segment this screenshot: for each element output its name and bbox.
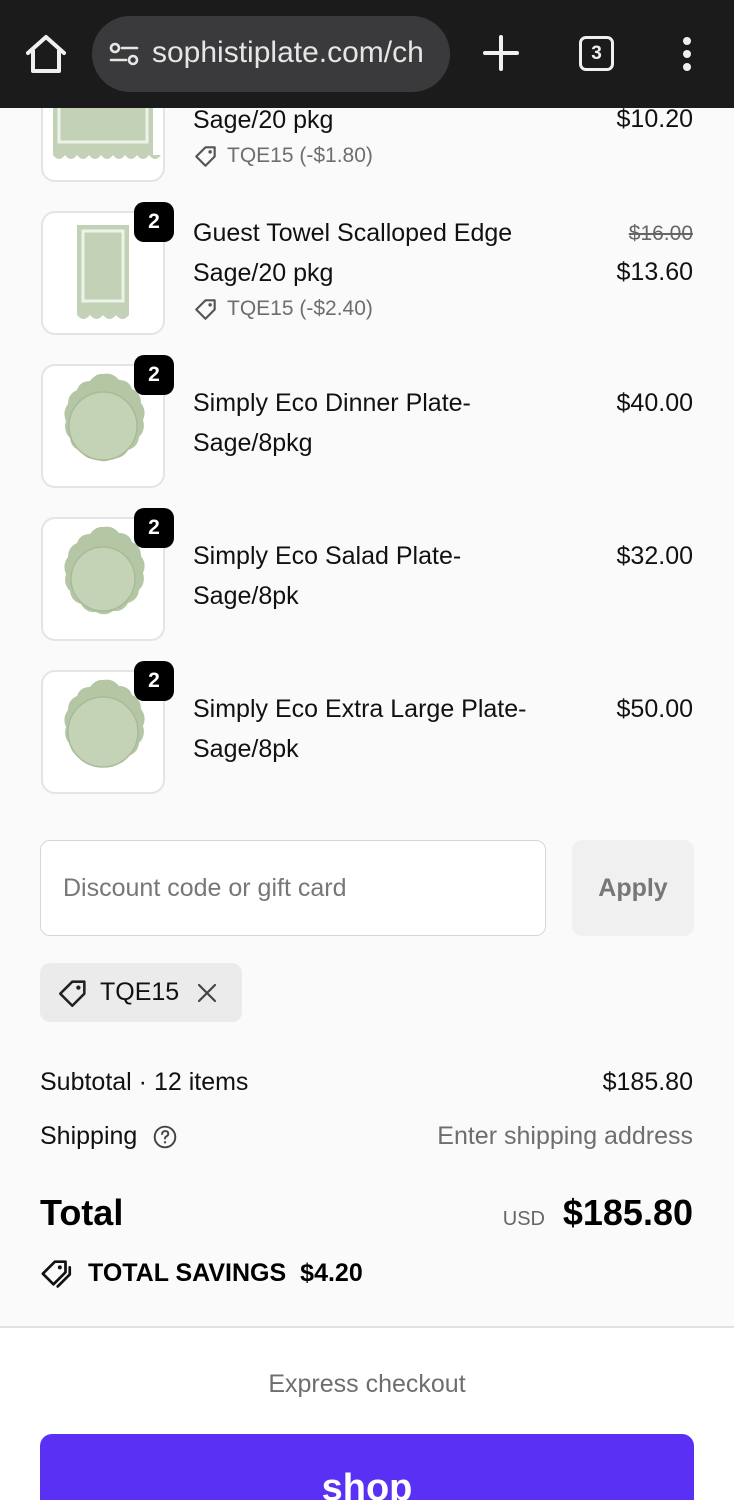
item-price: $32.00 bbox=[616, 542, 693, 570]
item-discount: TQE15 (-$1.80) bbox=[193, 143, 373, 169]
address-bar[interactable]: sophistiplate.com/ch bbox=[92, 16, 450, 92]
total-savings: TOTAL SAVINGS $4.20 bbox=[40, 1256, 363, 1290]
home-icon[interactable] bbox=[22, 32, 70, 76]
quantity-badge: 2 bbox=[134, 202, 174, 242]
discount-code-input[interactable] bbox=[40, 840, 546, 936]
item-price: $40.00 bbox=[616, 389, 693, 417]
currency-code: USD bbox=[502, 1208, 545, 1230]
item-price: $13.60 bbox=[616, 258, 693, 286]
more-menu-icon[interactable] bbox=[676, 36, 698, 72]
item-name: Guest Towel Scalloped Edge Sage/20 pkg bbox=[193, 219, 513, 287]
apply-button[interactable]: Apply bbox=[572, 840, 694, 936]
total-label: Total bbox=[40, 1192, 124, 1233]
item-name: Simply Eco Salad Plate-Sage/8pk bbox=[193, 542, 462, 610]
tag-icon bbox=[195, 299, 216, 320]
shop-pay-button[interactable]: shop bbox=[40, 1434, 694, 1500]
shipping-value: Enter shipping address bbox=[437, 1122, 693, 1150]
discount-text: TQE15 (-$2.40) bbox=[227, 297, 373, 320]
site-settings-icon[interactable] bbox=[108, 39, 140, 69]
help-icon[interactable] bbox=[152, 1124, 178, 1150]
tab-switcher-icon[interactable]: 3 bbox=[579, 36, 614, 71]
product-thumbnail: 2 bbox=[41, 202, 174, 335]
item-discount: TQE15 (-$2.40) bbox=[193, 296, 373, 322]
item-price: $50.00 bbox=[616, 695, 693, 723]
savings-value: $4.20 bbox=[300, 1258, 363, 1287]
shipping-label: Shipping bbox=[40, 1122, 138, 1150]
express-checkout-label: Express checkout bbox=[268, 1370, 466, 1398]
product-thumbnail: 2 bbox=[41, 355, 174, 488]
item-name: Simply Eco Extra Large Plate-Sage/8pk bbox=[193, 695, 527, 763]
shipping-row-label: Shipping bbox=[40, 1122, 178, 1151]
discount-text: TQE15 (-$1.80) bbox=[227, 144, 373, 167]
applied-discount-chip: TQE15 bbox=[40, 963, 242, 1022]
remove-discount-close-icon[interactable] bbox=[195, 981, 219, 1005]
new-tab-icon[interactable] bbox=[480, 32, 522, 74]
browser-toolbar: sophistiplate.com/ch 3 bbox=[0, 0, 734, 108]
savings-label: TOTAL SAVINGS bbox=[88, 1258, 287, 1287]
product-thumbnail: 2 bbox=[41, 661, 174, 794]
subtotal-label: Subtotal · 12 items bbox=[40, 1068, 249, 1096]
item-original-price: $16.00 bbox=[628, 222, 693, 245]
tags-icon bbox=[41, 1260, 72, 1288]
quantity-badge: 2 bbox=[134, 508, 174, 548]
quantity-badge: 2 bbox=[134, 661, 174, 701]
quantity-badge: 2 bbox=[134, 355, 174, 395]
total-value: $185.80 bbox=[562, 1192, 693, 1233]
tag-icon bbox=[58, 979, 86, 1007]
applied-discount-code: TQE15 bbox=[100, 978, 180, 1006]
subtotal-value: $185.80 bbox=[602, 1068, 693, 1096]
product-thumbnail: 2 bbox=[41, 508, 174, 641]
url-text: sophistiplate.com/ch bbox=[152, 36, 424, 69]
item-name: Simply Eco Dinner Plate-Sage/8pkg bbox=[193, 389, 471, 457]
tag-icon bbox=[195, 146, 216, 167]
